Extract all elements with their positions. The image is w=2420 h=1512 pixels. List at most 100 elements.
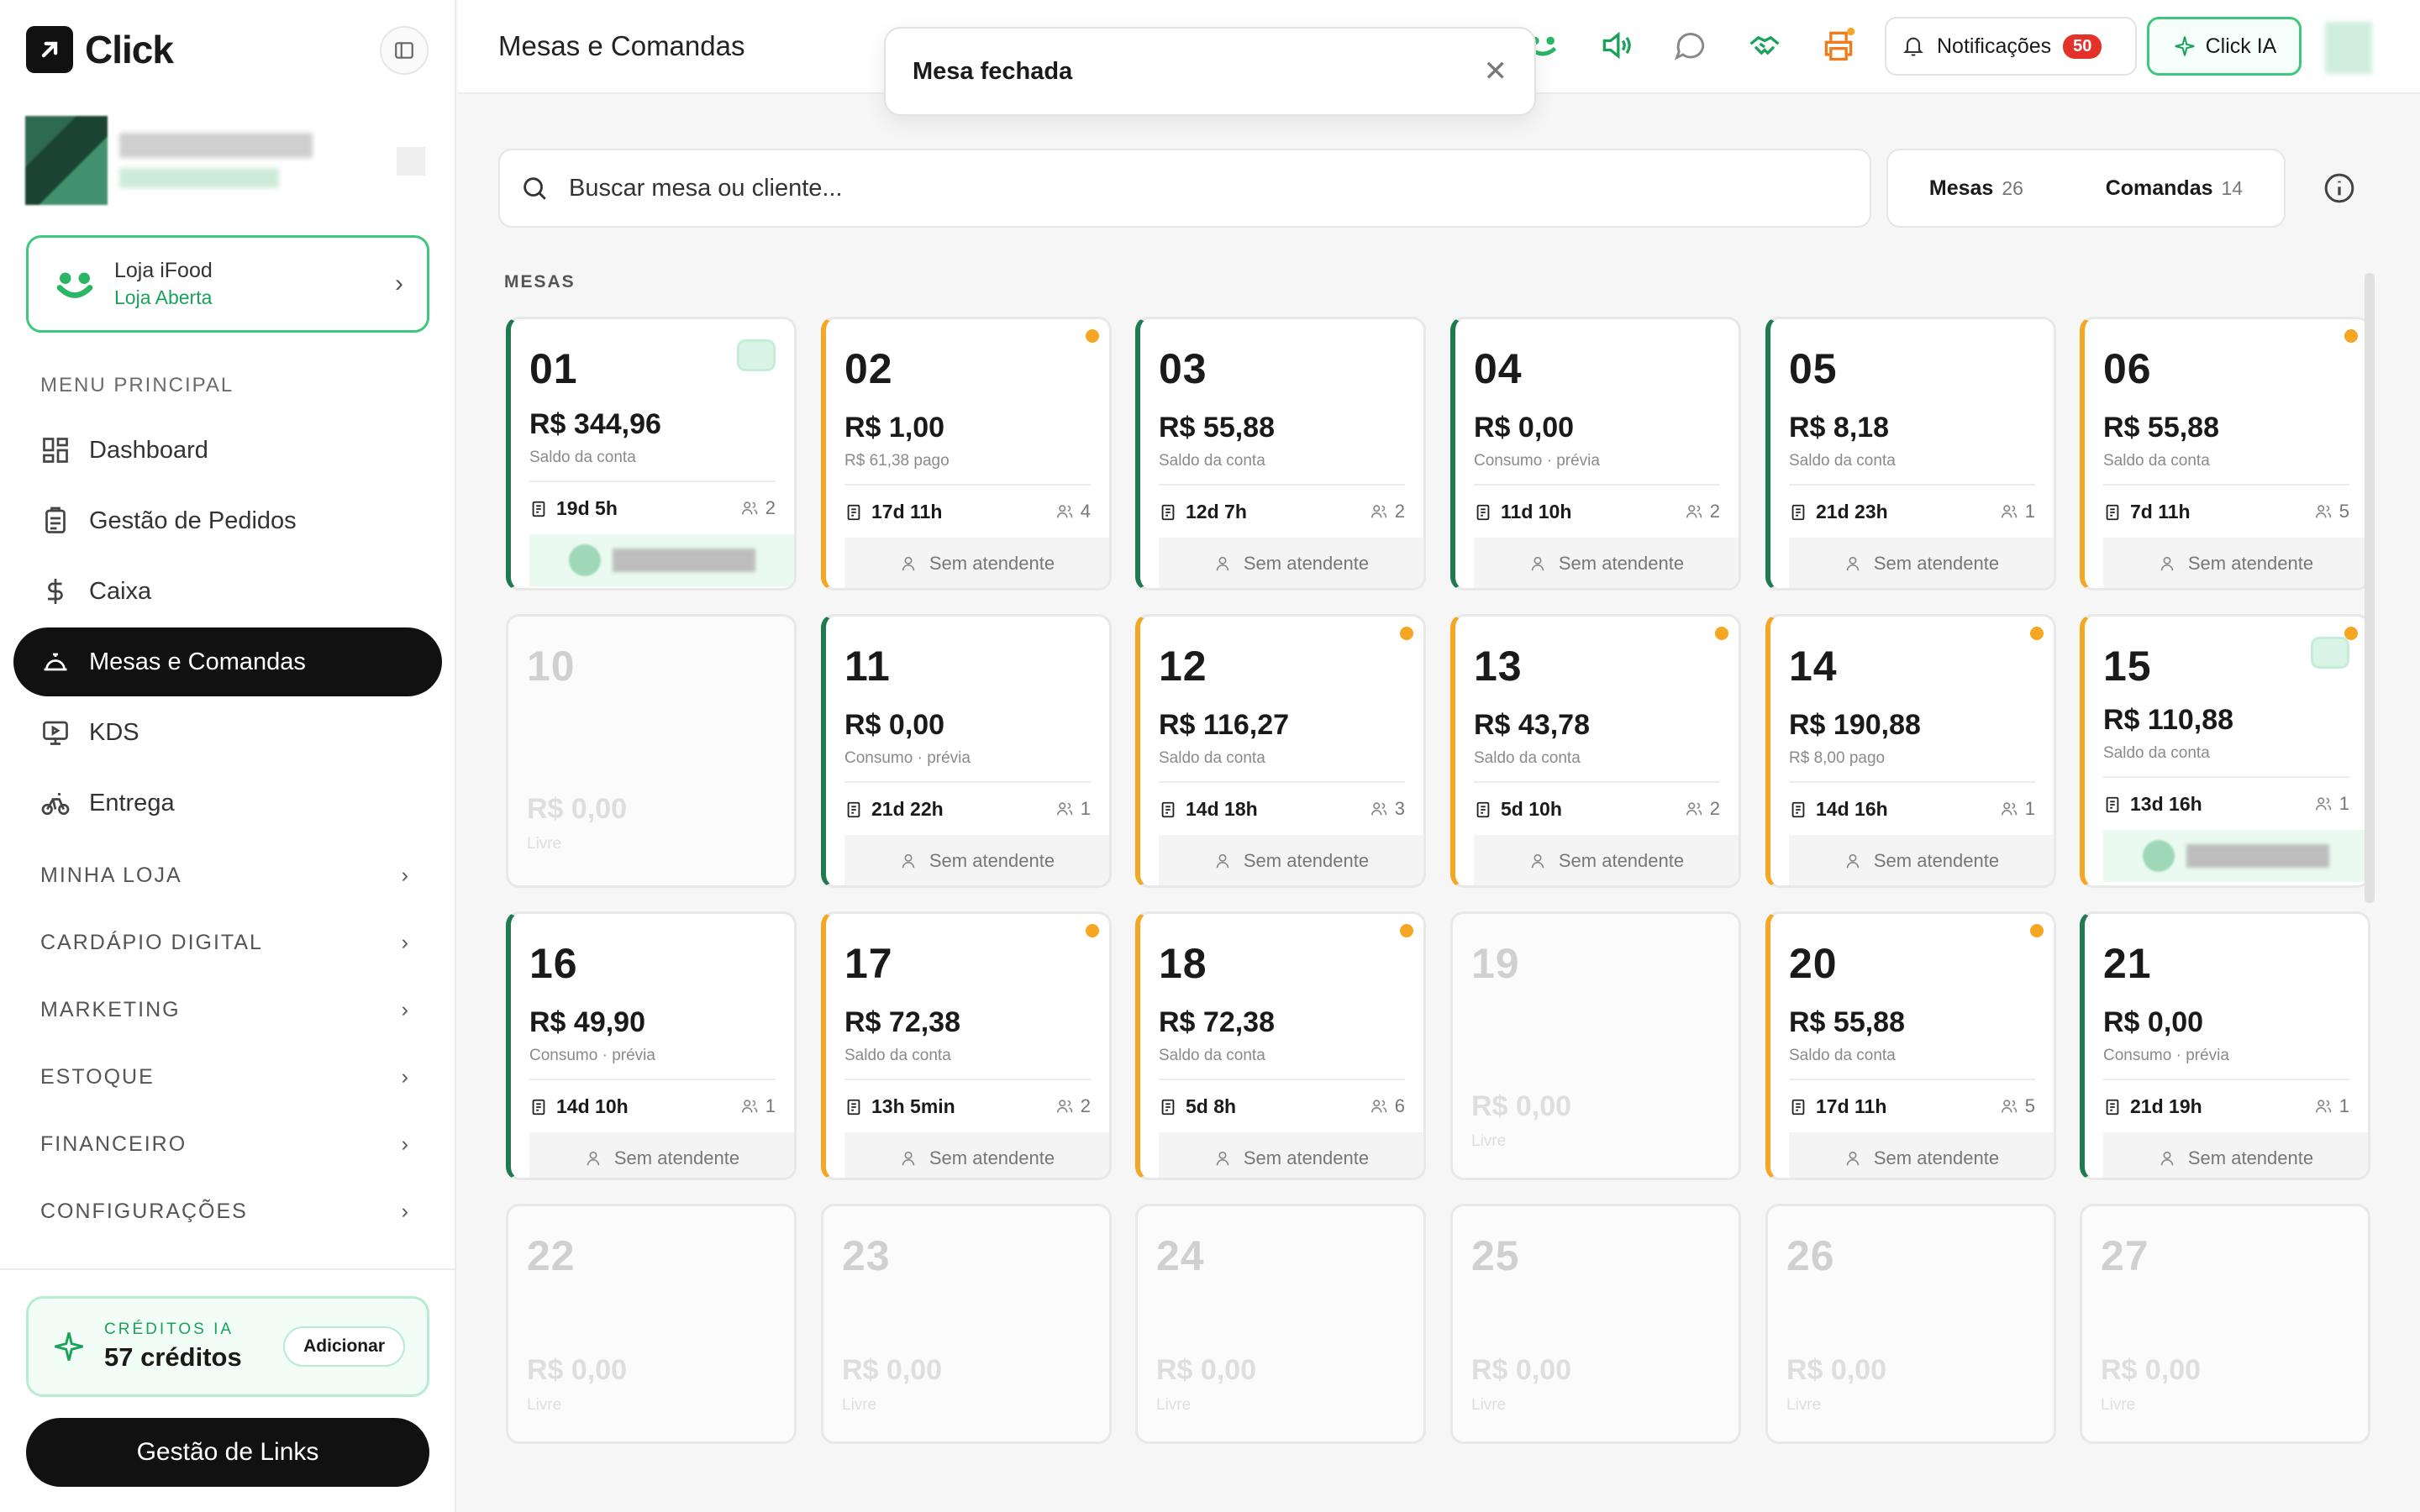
attendant-row[interactable]: Sem atendente: [529, 1132, 794, 1178]
attendant-row[interactable]: Sem atendente: [844, 835, 1109, 885]
chevron-right-icon: ›: [401, 864, 410, 887]
sidebar-item-kds[interactable]: KDS: [13, 698, 442, 767]
add-credits-button[interactable]: Adicionar: [283, 1326, 405, 1367]
ifood-smile-icon: [56, 272, 93, 298]
table-card-26[interactable]: 26 R$ 0,00 Livre: [1765, 1204, 2056, 1444]
attendant-row[interactable]: Sem atendente: [844, 538, 1109, 588]
tab-count: 26: [2002, 176, 2023, 199]
sidebar-group-financeiro[interactable]: FINANCEIRO ›: [40, 1132, 410, 1157]
table-value: R$ 72,38: [1159, 1006, 1275, 1038]
table-card-03[interactable]: 03 R$ 55,88 Saldo da conta 12d 7h 2 Sem atend…: [1135, 317, 1426, 591]
open-time-text: 11d 10h: [1501, 501, 1572, 522]
notifications-button[interactable]: Notificações 50: [1885, 17, 2137, 76]
table-card-10[interactable]: 10 R$ 0,00 Livre: [506, 614, 797, 888]
scrollbar[interactable]: [2365, 273, 2375, 903]
tab-comandas[interactable]: Comandas 14: [2106, 176, 2243, 201]
table-card-13[interactable]: 13 R$ 43,78 Saldo da conta 5d 10h 2 Sem atend…: [1450, 614, 1741, 888]
attendant-row[interactable]: Sem atendente: [1159, 835, 1423, 885]
table-card-15[interactable]: 15 R$ 110,88 Saldo da conta 13d 16h 1: [2080, 614, 2370, 888]
click-ia-button[interactable]: Click IA: [2147, 17, 2302, 76]
table-card-17[interactable]: 17 R$ 72,38 Saldo da conta 13h 5min 2 Sem ate…: [821, 911, 1112, 1180]
sidebar-item-label: Gestão de Pedidos: [89, 507, 297, 534]
chevron-right-icon: ›: [401, 1065, 410, 1089]
attendant-row[interactable]: Sem atendente: [1159, 538, 1423, 588]
table-number: 24: [1156, 1232, 1205, 1279]
search-bar[interactable]: Buscar mesa ou cliente...: [498, 149, 1871, 228]
sidebar-group-cardapio[interactable]: CARDÁPIO DIGITAL ›: [40, 931, 410, 955]
collapse-sidebar-button[interactable]: [380, 26, 429, 75]
page-title: Mesas e Comandas: [498, 30, 745, 61]
attendant-row[interactable]: Sem atendente: [844, 1132, 1109, 1178]
table-guests: 2: [1685, 798, 1720, 820]
attendant-row[interactable]: Sem atendente: [2103, 1132, 2368, 1178]
tab-mesas[interactable]: Mesas 26: [1929, 176, 2023, 201]
table-value: R$ 0,00: [2101, 1354, 2202, 1386]
table-card-01[interactable]: 01 R$ 344,96 Saldo da conta 19d 5h 2: [506, 317, 797, 591]
guest-count: 2: [765, 497, 776, 518]
attendant-row[interactable]: Sem atendente: [1789, 1132, 2054, 1178]
table-card-27[interactable]: 27 R$ 0,00 Livre: [2080, 1204, 2370, 1444]
attendant-row[interactable]: Sem atendente: [1789, 835, 2054, 885]
table-open-time: 11d 10h: [1474, 501, 1571, 523]
pending-indicator: [1400, 924, 1413, 937]
table-value-caption: Saldo da conta: [2103, 452, 2210, 470]
table-card-24[interactable]: 24 R$ 0,00 Livre: [1135, 1204, 1426, 1444]
table-card-18[interactable]: 18 R$ 72,38 Saldo da conta 5d 8h 6 Sem atende…: [1135, 911, 1426, 1180]
receipt-icon: [1161, 504, 1175, 520]
sidebar-item-mesas[interactable]: Mesas e Comandas: [13, 627, 442, 696]
sidebar-group-marketing[interactable]: MARKETING ›: [40, 998, 410, 1022]
card-divider: [529, 1079, 776, 1080]
search-input[interactable]: Buscar mesa ou cliente...: [569, 175, 843, 202]
credits-title: CRÉDITOS IA: [104, 1320, 234, 1338]
store-profile[interactable]: [25, 116, 313, 205]
table-card-21[interactable]: 21 R$ 0,00 Consumo · prévia 21d 19h 1 Sem ate…: [2080, 911, 2370, 1180]
table-card-05[interactable]: 05 R$ 8,18 Saldo da conta 21d 23h 1 Sem atend…: [1765, 317, 2056, 591]
table-card-16[interactable]: 16 R$ 49,90 Consumo · prévia 14d 10h 1 Sem at…: [506, 911, 797, 1180]
table-card-02[interactable]: 02 R$ 1,00 R$ 61,38 pago 17d 11h 4 Sem atende…: [821, 317, 1112, 591]
sidebar-item-entrega[interactable]: Entrega: [13, 769, 442, 837]
sidebar-item-pedidos[interactable]: Gestão de Pedidos: [13, 486, 442, 555]
table-card-25[interactable]: 25 R$ 0,00 Livre: [1450, 1204, 1741, 1444]
receipt-icon: [847, 801, 860, 817]
group-label: MARKETING: [40, 998, 181, 1021]
attendant-row[interactable]: Sem atendente: [2103, 538, 2368, 588]
user-icon: [1531, 853, 1544, 869]
user-avatar[interactable]: [2325, 22, 2372, 74]
attendant-row[interactable]: Sem atendente: [1159, 1132, 1423, 1178]
attendant-row[interactable]: Sem atendente: [1789, 538, 2054, 588]
table-card-22[interactable]: 22 R$ 0,00 Livre: [506, 1204, 797, 1444]
table-card-23[interactable]: 23 R$ 0,00 Livre: [821, 1204, 1112, 1444]
guest-count: 2: [1394, 501, 1405, 522]
printer-button[interactable]: [1818, 25, 1859, 66]
delivery-button[interactable]: [1744, 25, 1785, 66]
table-card-14[interactable]: 14 R$ 190,88 R$ 8,00 pago 14d 16h 1 Sem atend…: [1765, 614, 2056, 888]
attendant-row[interactable]: Sem atendente: [1474, 835, 1739, 885]
close-icon[interactable]: ✕: [1484, 55, 1508, 88]
receipt-icon: [847, 1099, 860, 1115]
table-card-04[interactable]: 04 R$ 0,00 Consumo · prévia 11d 10h 2 Sem ate…: [1450, 317, 1741, 591]
table-card-11[interactable]: 11 R$ 0,00 Consumo · prévia 21d 22h 1 Sem ate…: [821, 614, 1112, 888]
info-icon[interactable]: [2323, 171, 2356, 205]
chat-button[interactable]: [1670, 25, 1711, 66]
profile-menu-redacted[interactable]: [397, 147, 425, 176]
speaker-icon: [1602, 31, 1631, 60]
table-number: 03: [1159, 345, 1207, 392]
sidebar-group-minha-loja[interactable]: MINHA LOJA ›: [40, 864, 410, 888]
sidebar-item-dashboard[interactable]: Dashboard: [13, 416, 442, 485]
user-icon: [1531, 556, 1544, 571]
sidebar-group-estoque[interactable]: ESTOQUE ›: [40, 1065, 410, 1089]
attendant-row[interactable]: Sem atendente: [1474, 538, 1739, 588]
app-logo[interactable]: Click: [26, 26, 174, 73]
ifood-store-card[interactable]: Loja iFood Loja Aberta ›: [26, 235, 429, 333]
links-management-button[interactable]: Gestão de Links: [26, 1418, 429, 1487]
sound-button[interactable]: [1597, 25, 1637, 66]
sidebar-group-configuracoes[interactable]: CONFIGURAÇÕES ›: [40, 1200, 410, 1224]
user-icon: [1216, 853, 1229, 869]
table-card-12[interactable]: 12 R$ 116,27 Saldo da conta 14d 18h 3 Sem ate…: [1135, 614, 1426, 888]
table-card-20[interactable]: 20 R$ 55,88 Saldo da conta 17d 11h 5 Sem aten…: [1765, 911, 2056, 1180]
table-card-06[interactable]: 06 R$ 55,88 Saldo da conta 7d 11h 5 Sem atend…: [2080, 317, 2370, 591]
table-open-time: 17d 11h: [844, 501, 942, 523]
table-card-19[interactable]: 19 R$ 0,00 Livre: [1450, 911, 1741, 1180]
sidebar-item-caixa[interactable]: Caixa: [13, 557, 442, 626]
open-time-text: 14d 10h: [556, 1095, 629, 1117]
